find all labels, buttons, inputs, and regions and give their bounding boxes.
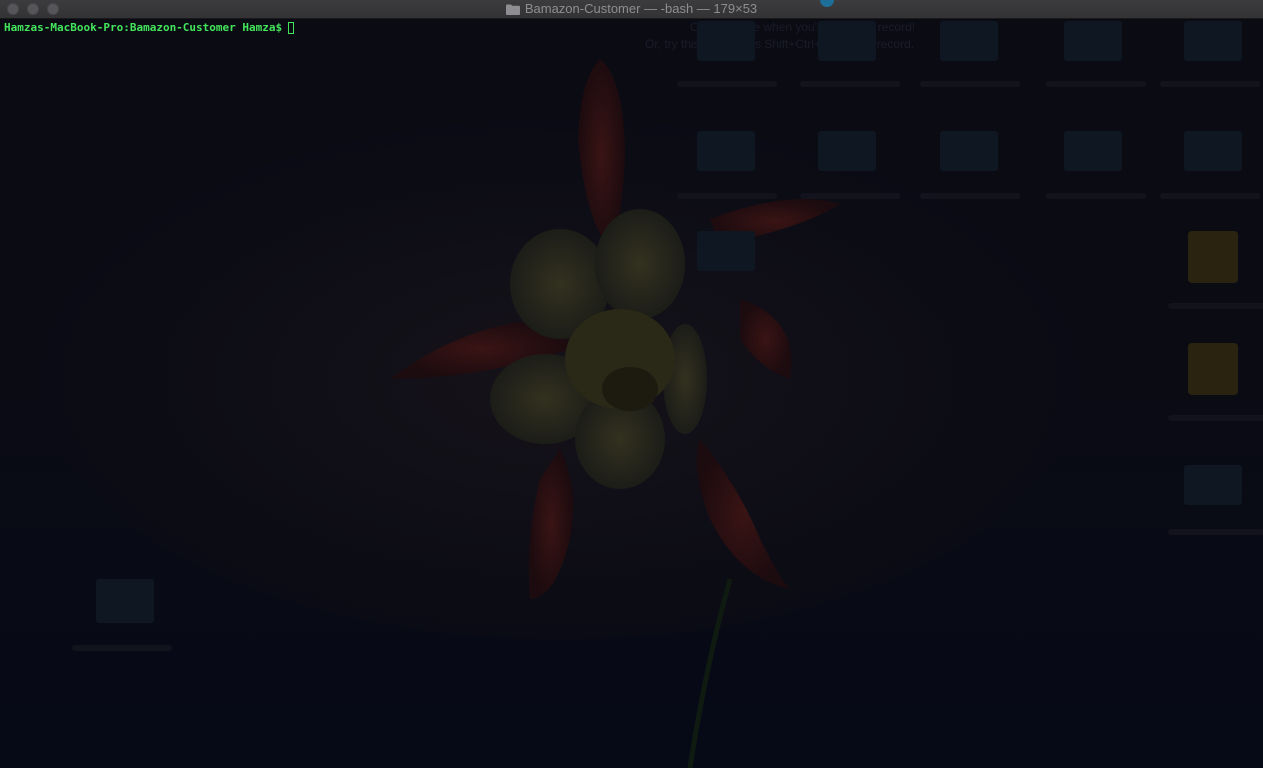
shell-prompt: Hamzas-MacBook-Pro:Bamazon-Customer Hamz… [4, 21, 283, 34]
title-bar[interactable]: Bamazon-Customer — -bash — 179×53 [0, 0, 1263, 19]
folder-icon [505, 2, 520, 20]
window-title: Bamazon-Customer — -bash — 179×53 [524, 1, 758, 16]
prompt-line: Hamzas-MacBook-Pro:Bamazon-Customer Hamz… [4, 21, 1259, 35]
terminal-output[interactable]: Hamzas-MacBook-Pro:Bamazon-Customer Hamz… [0, 19, 1263, 768]
terminal-window: Bamazon-Customer — -bash — 179×53 Click … [0, 0, 1263, 768]
window-title-container: Bamazon-Customer — -bash — 179×53 [0, 0, 1263, 18]
text-cursor [288, 22, 295, 34]
